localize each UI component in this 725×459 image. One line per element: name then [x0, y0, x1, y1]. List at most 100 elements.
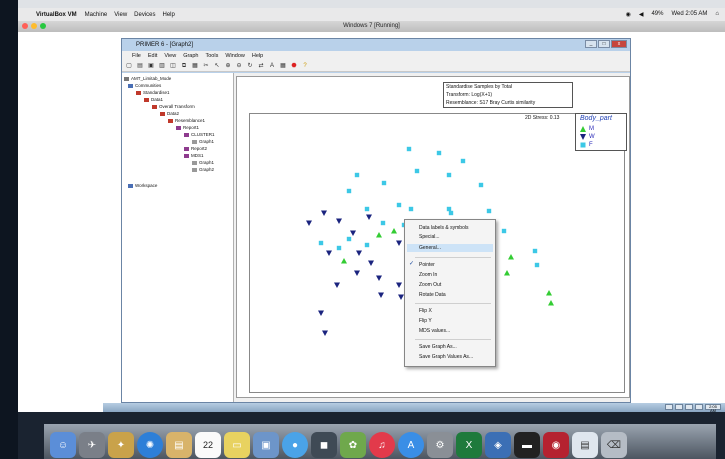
- labels-icon[interactable]: A: [268, 62, 276, 70]
- minimize-button[interactable]: _: [585, 40, 597, 48]
- point-w[interactable]: [356, 250, 362, 257]
- menu-edit[interactable]: Edit: [148, 53, 157, 59]
- point-f[interactable]: [448, 210, 454, 216]
- calendar-icon[interactable]: 22: [195, 432, 221, 458]
- point-w[interactable]: [376, 275, 382, 282]
- tree-item[interactable]: Workspace: [128, 183, 157, 188]
- point-w[interactable]: [366, 214, 372, 221]
- new-icon[interactable]: ▢: [125, 62, 133, 70]
- tree-item[interactable]: Overall Transform: [152, 104, 195, 109]
- point-f[interactable]: [346, 188, 352, 194]
- point-w[interactable]: [306, 220, 312, 227]
- launchpad-icon[interactable]: ✈: [79, 432, 105, 458]
- point-f[interactable]: [446, 172, 452, 178]
- point-f[interactable]: [436, 150, 442, 156]
- tray-icon[interactable]: [695, 404, 703, 410]
- point-w[interactable]: [336, 218, 342, 225]
- point-f[interactable]: [414, 168, 420, 174]
- app-menu[interactable]: VirtualBox VM: [36, 12, 77, 18]
- menu-help[interactable]: Help: [252, 53, 263, 59]
- point-f[interactable]: [408, 206, 414, 212]
- point-f[interactable]: [406, 146, 412, 152]
- point-m[interactable]: [508, 254, 514, 260]
- tray-icon[interactable]: [685, 404, 693, 410]
- safari-icon[interactable]: ✺: [137, 432, 163, 458]
- point-f[interactable]: [346, 236, 352, 242]
- point-m[interactable]: [341, 258, 347, 264]
- pointer-icon[interactable]: ↖: [213, 62, 221, 70]
- point-f[interactable]: [354, 172, 360, 178]
- excel-icon[interactable]: X: [456, 432, 482, 458]
- point-f[interactable]: [532, 248, 538, 254]
- point-f[interactable]: [364, 242, 370, 248]
- maximize-button[interactable]: □: [598, 40, 610, 48]
- cd-icon[interactable]: ◉: [543, 432, 569, 458]
- trash-icon[interactable]: ⌫: [601, 432, 627, 458]
- menu-devices[interactable]: Devices: [134, 12, 155, 18]
- zoom-out-icon[interactable]: ⊖: [235, 62, 243, 70]
- tree-item[interactable]: Resemblance1: [168, 118, 205, 123]
- point-f[interactable]: [486, 208, 492, 214]
- tree-item[interactable]: Standardise1: [136, 90, 170, 95]
- point-m[interactable]: [504, 270, 510, 276]
- close-button[interactable]: x: [611, 40, 627, 48]
- point-f[interactable]: [534, 262, 540, 268]
- system-prefs-icon[interactable]: ⚙: [427, 432, 453, 458]
- menu-item-special[interactable]: Special...: [419, 234, 440, 240]
- close-window-button[interactable]: [22, 23, 28, 29]
- virtualbox-icon[interactable]: ◈: [485, 432, 511, 458]
- point-w[interactable]: [318, 310, 324, 317]
- tray-icon[interactable]: [675, 404, 683, 410]
- menu-item-flip-y[interactable]: Flip Y: [419, 318, 432, 324]
- point-f[interactable]: [446, 206, 452, 212]
- point-w[interactable]: [396, 282, 402, 289]
- tree-item[interactable]: Graph1: [192, 139, 214, 144]
- tree-item[interactable]: Report1: [176, 125, 199, 130]
- menu-item-rotate[interactable]: Rotate Data: [419, 292, 446, 298]
- point-w[interactable]: [334, 282, 340, 289]
- save-icon[interactable]: ▣: [147, 62, 155, 70]
- point-f[interactable]: [364, 206, 370, 212]
- menu-item-save-graph[interactable]: Save Graph As...: [419, 344, 457, 350]
- volume-icon[interactable]: ◀: [639, 11, 644, 18]
- word-icon[interactable]: ▤: [572, 432, 598, 458]
- stickies-icon[interactable]: ▭: [224, 432, 250, 458]
- menu-window[interactable]: Window: [225, 53, 245, 59]
- open-icon[interactable]: ▤: [136, 62, 144, 70]
- zoom-in-icon[interactable]: ⊕: [224, 62, 232, 70]
- menu-file[interactable]: File: [132, 53, 141, 59]
- point-w[interactable]: [368, 260, 374, 267]
- photo-icon[interactable]: ✦: [108, 432, 134, 458]
- menu-graph[interactable]: Graph: [183, 53, 198, 59]
- wifi-icon[interactable]: ◉: [626, 11, 631, 18]
- menu-item-flip-x[interactable]: Flip X: [419, 308, 432, 314]
- point-f[interactable]: [460, 158, 466, 164]
- point-w[interactable]: [350, 230, 356, 237]
- menu-item-zoom-out[interactable]: Zoom Out: [419, 282, 441, 288]
- menu-item-data-labels[interactable]: Data labels & symbols: [419, 225, 468, 231]
- tree-item[interactable]: Data2: [160, 111, 179, 116]
- tree-item[interactable]: MDS1: [184, 153, 204, 158]
- app-store-icon[interactable]: A: [398, 432, 424, 458]
- menu-item-mds-values[interactable]: MDS values...: [419, 328, 450, 334]
- point-w[interactable]: [378, 292, 384, 299]
- facetime-icon[interactable]: ◼: [311, 432, 337, 458]
- menu-item-save-values[interactable]: Save Graph Values As...: [419, 354, 473, 360]
- menu-item-pointer[interactable]: Pointer: [419, 262, 435, 268]
- point-w[interactable]: [396, 240, 402, 247]
- terminal-icon[interactable]: ▬: [514, 432, 540, 458]
- messages-icon[interactable]: ●: [282, 432, 308, 458]
- help-icon[interactable]: ?: [301, 62, 309, 70]
- point-w[interactable]: [322, 330, 328, 337]
- point-f[interactable]: [396, 202, 402, 208]
- photos-icon[interactable]: ✿: [340, 432, 366, 458]
- stop-icon[interactable]: ⬣: [290, 62, 298, 70]
- tray-icon[interactable]: [665, 404, 673, 410]
- cut-icon[interactable]: ✂: [202, 62, 210, 70]
- minimize-window-button[interactable]: [31, 23, 37, 29]
- point-f[interactable]: [478, 182, 484, 188]
- point-m[interactable]: [546, 290, 552, 296]
- point-m[interactable]: [391, 228, 397, 234]
- clock[interactable]: Wed 2:05 AM: [671, 11, 707, 18]
- zoom-window-button[interactable]: [40, 23, 46, 29]
